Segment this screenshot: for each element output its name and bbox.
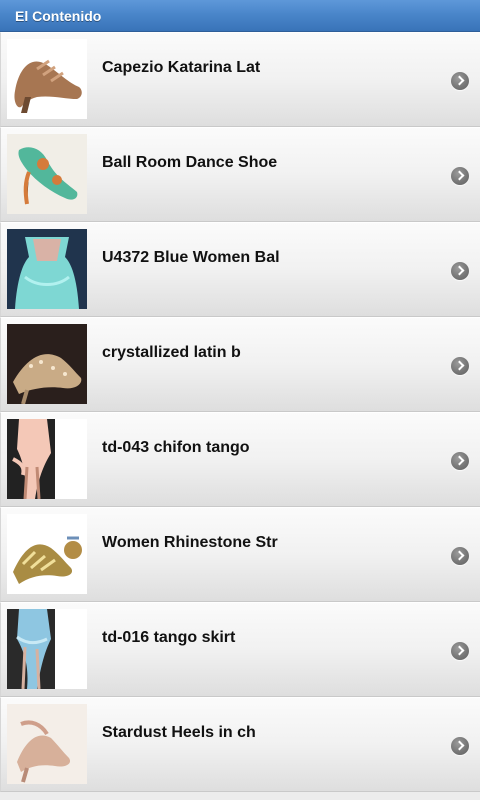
list-item[interactable]: U4372 Blue Women Bal	[0, 222, 480, 317]
content-list: Capezio Katarina Lat Ball Room Dance Sho…	[0, 32, 480, 792]
item-title: Capezio Katarina Lat	[102, 59, 261, 76]
item-title: Women Rhinestone Str	[102, 534, 278, 551]
chevron-right-icon[interactable]	[451, 72, 469, 90]
chevron-right-icon[interactable]	[451, 737, 469, 755]
chevron-right-icon[interactable]	[451, 547, 469, 565]
header-title: El Contenido	[0, 0, 480, 32]
list-item[interactable]: td-016 tango skirt	[0, 602, 480, 697]
crystal-shoe-image	[7, 324, 87, 404]
list-item[interactable]: crystallized latin b	[0, 317, 480, 412]
item-title: U4372 Blue Women Bal	[102, 249, 280, 266]
list-item[interactable]: td-043 chifon tango	[0, 412, 480, 507]
champagne-heels-image	[7, 704, 87, 784]
list-item[interactable]: Ball Room Dance Shoe	[0, 127, 480, 222]
chevron-right-icon[interactable]	[451, 357, 469, 375]
item-title: td-016 tango skirt	[102, 629, 236, 646]
chevron-right-icon[interactable]	[451, 452, 469, 470]
gold-rhinestone-shoe-image	[7, 514, 87, 594]
item-title: Ball Room Dance Shoe	[102, 154, 278, 171]
chevron-right-icon[interactable]	[451, 642, 469, 660]
screen: El Contenido Capezio Katarina Lat Ball R…	[0, 0, 480, 800]
item-title: crystallized latin b	[102, 344, 241, 361]
chiffon-skirt-image	[7, 419, 87, 499]
item-title: Stardust Heels in ch	[102, 724, 256, 741]
chevron-right-icon[interactable]	[451, 167, 469, 185]
item-title: td-043 chifon tango	[102, 439, 250, 456]
blue-dress-image	[7, 229, 87, 309]
list-item[interactable]: Stardust Heels in ch	[0, 697, 480, 792]
teal-shoe-image	[7, 134, 87, 214]
bronze-sandal-image	[7, 39, 87, 119]
list-item[interactable]: Women Rhinestone Str	[0, 507, 480, 602]
list-item[interactable]: Capezio Katarina Lat	[0, 32, 480, 127]
chevron-right-icon[interactable]	[451, 262, 469, 280]
blue-skirt-image	[7, 609, 87, 689]
